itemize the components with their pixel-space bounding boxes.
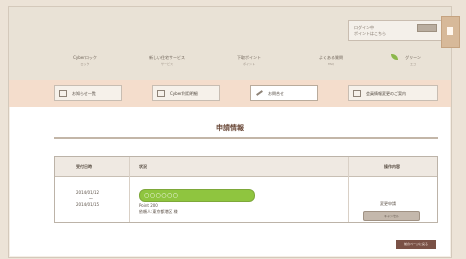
nav-label: 新しい住宅サービス [149, 55, 185, 60]
tab-label: Cyber利用明細 [170, 90, 198, 96]
tab-label: 会員情報変更のご案内 [366, 90, 406, 96]
tab-inquiry[interactable]: お問合せ [250, 85, 318, 101]
column-divider [348, 157, 349, 222]
points-link[interactable]: ポイントはこちら [354, 31, 386, 36]
site-header: ログイン中 ポイントはこちら Cyberロック ロック 新しい住宅サービス サー… [9, 7, 451, 80]
detail-line1: Point 200 [139, 203, 158, 208]
nav-item-faq[interactable]: よくある質問 FAQ [303, 49, 359, 71]
column-divider [129, 157, 130, 222]
card-icon [353, 89, 361, 97]
header-received-date: 受付日時 [76, 164, 92, 169]
tab-bar: お知らせ一覧 Cyber利用明細 お問合せ 会員情報変更のご案内 [9, 80, 451, 107]
menu-icon [447, 27, 453, 35]
detail-line2: 依頼人:東京都港区 様 [139, 209, 178, 214]
operation-label: 変更申請 [380, 201, 396, 206]
page-frame: ログイン中 ポイントはこちら Cyberロック ロック 新しい住宅サービス サー… [8, 6, 452, 258]
cancel-button[interactable]: キャンセル [363, 211, 420, 221]
nav-sub-label: ロック [80, 62, 90, 66]
header-status: 状況 [139, 164, 147, 169]
tab-member-info[interactable]: 会員情報変更のご案内 [348, 85, 438, 101]
nav-item-housing-service[interactable]: 新しい住宅サービス サービス [139, 49, 195, 71]
date-end: 2014/01/15 [76, 202, 100, 207]
nav-label: よくある質問 [319, 55, 343, 60]
nav-label: 下取ポイント [237, 55, 261, 60]
nav-item-points[interactable]: 下取ポイント ポイント [221, 49, 277, 71]
login-status-text: ログイン中 [354, 25, 374, 30]
nav-sub-label: サービス [160, 62, 173, 66]
tab-notices[interactable]: お知らせ一覧 [54, 85, 122, 101]
date-start: 2014/01/12 [76, 190, 100, 195]
login-box: ログイン中 ポイントはこちら [348, 20, 442, 41]
mail-icon [59, 89, 67, 97]
tab-usage-details[interactable]: Cyber利用明細 [152, 85, 220, 101]
logout-button[interactable] [417, 24, 437, 32]
header-operation: 操作内容 [384, 164, 400, 169]
tab-label: お知らせ一覧 [72, 90, 96, 96]
page-title: 申請情報 [216, 124, 244, 132]
nav-label: Cyberロック [73, 55, 97, 60]
pencil-icon [255, 89, 263, 97]
application-table: 受付日時 状況 操作内容 2014/01/12 〜 2014/01/15 ○○○… [54, 156, 438, 223]
nav-item-cyber-lock[interactable]: Cyberロック ロック [57, 49, 113, 71]
status-text: ○○○○○○ [144, 192, 179, 199]
title-underline [54, 137, 438, 139]
tab-label: お問合せ [268, 90, 284, 96]
nav-item-green[interactable]: グリーン エコ [385, 49, 441, 71]
main-nav: Cyberロック ロック 新しい住宅サービス サービス 下取ポイント ポイント … [57, 49, 441, 71]
nav-sub-label: ポイント [242, 62, 255, 66]
status-badge: ○○○○○○ [139, 189, 255, 202]
nav-sub-label: エコ [409, 62, 416, 66]
document-icon [157, 89, 165, 97]
side-menu-tab[interactable] [441, 16, 460, 48]
nav-sub-label: FAQ [328, 62, 334, 66]
table-header: 受付日時 状況 操作内容 [55, 157, 437, 177]
date-separator: 〜 [89, 196, 93, 201]
back-button[interactable]: 前のページに戻る [396, 240, 436, 249]
